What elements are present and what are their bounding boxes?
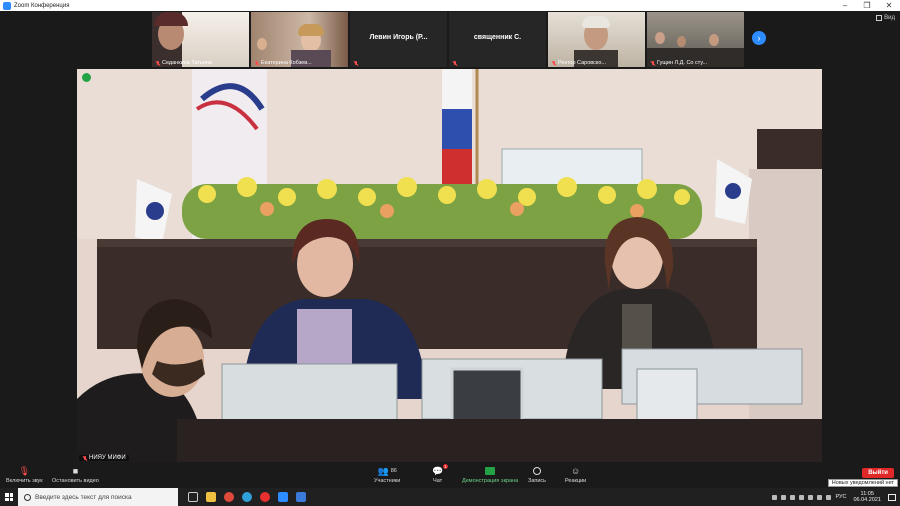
record-icon <box>533 464 542 478</box>
participant-name: Гущин Л.Д. Со сту... <box>657 60 708 66</box>
file-explorer-icon[interactable] <box>206 492 216 502</box>
tray-icon[interactable] <box>790 494 796 500</box>
start-button[interactable] <box>0 488 18 506</box>
tray-icon[interactable] <box>799 494 805 500</box>
pinned-apps <box>188 492 306 502</box>
mic-off-icon: 🎙 <box>18 465 31 476</box>
mic-off-icon <box>353 61 358 66</box>
chat-icon: 💬 <box>432 465 444 476</box>
participant-thumb[interactable]: Екатерина Кобзев... <box>251 12 348 67</box>
maximize-button[interactable]: ❐ <box>856 0 878 11</box>
next-page-arrow-icon[interactable]: › <box>752 31 766 45</box>
video-frame-image <box>77 69 822 462</box>
speaker-name: НИЯУ МИФИ <box>89 455 126 461</box>
edge-icon[interactable] <box>242 492 252 502</box>
title-bar: Zoom Конференция – ❐ ✕ <box>0 0 900 11</box>
record-button[interactable]: Запись <box>528 464 546 484</box>
video-camera-icon: ■ <box>72 466 79 476</box>
stop-video-button[interactable]: ■ Остановить видео <box>52 464 99 484</box>
language-indicator[interactable]: РУС <box>835 494 846 500</box>
participant-thumb[interactable]: Левин Игорь (Р... <box>350 12 447 67</box>
tray-icon[interactable] <box>781 494 787 500</box>
app-icon[interactable] <box>296 492 306 502</box>
chat-button[interactable]: 💬 1 Чат <box>432 464 449 484</box>
participant-name: Седанкина Татьяна <box>162 60 212 66</box>
tray-icon[interactable] <box>772 494 778 500</box>
participants-count: 86 <box>390 468 397 474</box>
participant-name-large: священник С. <box>473 34 522 41</box>
window-controls: – ❐ ✕ <box>834 0 900 11</box>
mic-off-icon <box>155 60 160 66</box>
mic-off-icon <box>551 60 556 66</box>
grid-view-icon <box>876 15 883 21</box>
participant-thumb[interactable]: Гущин Л.Д. Со сту... <box>647 12 744 67</box>
search-icon <box>24 493 31 501</box>
active-speaker-video[interactable]: НИЯУ МИФИ <box>77 69 822 462</box>
windows-logo-icon <box>5 493 13 501</box>
task-view-icon[interactable] <box>188 492 198 502</box>
windows-taskbar: РУС 11:05 06.04.2021 <box>0 488 900 506</box>
reactions-icon: ☺ <box>571 466 581 476</box>
system-tray: РУС 11:05 06.04.2021 <box>772 491 900 503</box>
participant-thumb[interactable]: Седанкина Татьяна <box>152 12 249 67</box>
share-screen-button[interactable]: Демонстрация экрана <box>462 464 518 484</box>
minimize-button[interactable]: – <box>834 0 856 11</box>
view-button[interactable]: Вид <box>876 15 895 21</box>
notification-center-icon[interactable] <box>888 493 896 501</box>
encryption-shield-icon[interactable] <box>82 73 91 82</box>
chrome-icon[interactable] <box>224 492 234 502</box>
reactions-button[interactable]: ☺ Реакции <box>565 464 586 484</box>
participant-name: Ректор Саровско... <box>558 60 606 66</box>
clock-date: 06.04.2021 <box>853 497 881 503</box>
participants-icon: 👥 <box>377 465 389 476</box>
zoom-taskbar-icon[interactable] <box>278 492 288 502</box>
mic-off-icon <box>82 455 87 461</box>
taskbar-search[interactable] <box>18 488 178 506</box>
unmute-button[interactable]: 🎙 Включить звук <box>6 464 43 485</box>
search-input[interactable] <box>35 493 165 501</box>
volume-icon[interactable] <box>826 494 832 500</box>
participant-name-large: Левин Игорь (Р... <box>369 34 428 41</box>
leave-button[interactable]: Выйти <box>862 468 894 478</box>
participant-strip: Седанкина Татьяна Екатерина Кобзев... Ле… <box>152 12 744 67</box>
participants-button[interactable]: 👥 86 Участники <box>374 464 400 485</box>
mic-off-icon <box>650 60 655 66</box>
yandex-browser-icon[interactable] <box>260 492 270 502</box>
participant-thumb[interactable]: священник С. <box>449 12 546 67</box>
mic-off-icon <box>452 61 457 66</box>
notification-tooltip: Новых уведомлений нет <box>827 479 898 487</box>
tray-icon[interactable] <box>808 494 814 500</box>
share-screen-icon <box>485 464 496 478</box>
meeting-area: Седанкина Татьяна Екатерина Кобзев... Ле… <box>0 11 900 462</box>
close-button[interactable]: ✕ <box>878 0 900 11</box>
mic-off-icon <box>254 60 259 66</box>
zoom-app-icon <box>3 1 11 10</box>
window-title: Zoom Конференция <box>14 2 70 9</box>
wifi-icon[interactable] <box>817 494 823 500</box>
participant-thumb[interactable]: Ректор Саровско... <box>548 12 645 67</box>
meeting-toolbar: 🎙 Включить звук ■ Остановить видео 👥 86 У… <box>0 462 900 488</box>
clock[interactable]: 11:05 06.04.2021 <box>853 491 881 503</box>
participant-name: Екатерина Кобзев... <box>261 60 312 66</box>
chat-badge: 1 <box>442 464 449 469</box>
